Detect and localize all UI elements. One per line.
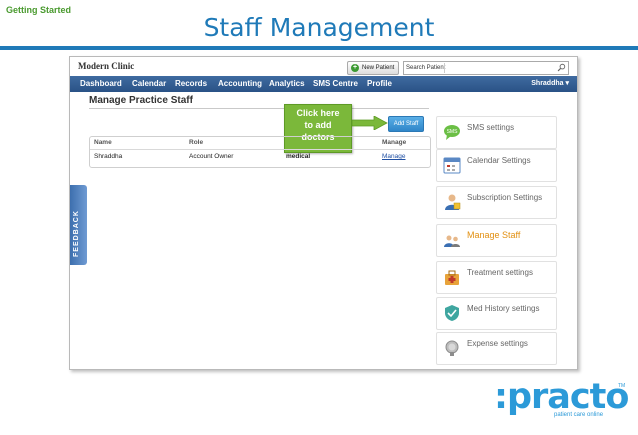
staff-role-cell: Account Owner: [189, 153, 234, 160]
app-screenshot: Modern Clinic + New Patient Search Patie…: [69, 56, 578, 370]
clinic-name: Modern Clinic: [78, 61, 135, 71]
new-patient-button[interactable]: + New Patient: [347, 61, 400, 75]
column-header-name: Name: [94, 139, 112, 146]
feedback-tab[interactable]: FEEDBACK: [70, 185, 87, 265]
staff-name-cell: Shraddha: [94, 153, 123, 160]
sms-settings-label: SMS settings: [467, 123, 515, 132]
treatment-settings-link[interactable]: Treatment settings: [436, 261, 557, 294]
nav-accounting[interactable]: Accounting: [218, 76, 262, 92]
title-divider: [0, 46, 638, 50]
staff-specialty-cell: medical: [286, 153, 311, 160]
subscription-settings-label: Subscription Settings: [467, 193, 543, 202]
callout-arrow-icon: [352, 116, 388, 130]
heading-divider: [89, 108, 429, 109]
callout-line-2: to add: [304, 120, 332, 130]
add-staff-button[interactable]: Add Staff: [388, 116, 424, 132]
manage-staff-link[interactable]: Manage: [382, 153, 406, 160]
logo-trademark: TM: [618, 383, 626, 389]
expense-settings-link[interactable]: Expense settings: [436, 332, 557, 365]
med-history-settings-link[interactable]: Med History settings: [436, 297, 557, 330]
column-header-role: Role: [189, 139, 204, 146]
treatment-icon: [445, 270, 459, 285]
staff-icon: [444, 235, 460, 247]
nav-profile[interactable]: Profile: [367, 76, 392, 92]
callout-line-1: Click here: [296, 108, 340, 118]
nav-sms-centre[interactable]: SMS Centre: [313, 76, 358, 92]
nav-records[interactable]: Records: [175, 76, 207, 92]
manage-staff-link[interactable]: Manage Staff: [436, 224, 557, 257]
search-label: Search Patient: [406, 65, 446, 71]
table-header-divider: [90, 149, 430, 150]
logo-wordmark: :practo: [494, 377, 629, 417]
slide-title: Staff Management: [203, 13, 435, 42]
calendar-settings-label: Calendar Settings: [467, 156, 531, 165]
main-nav: Dashboard Calendar Records Accounting An…: [70, 76, 577, 92]
svg-text:SMS: SMS: [447, 129, 459, 135]
sms-settings-link[interactable]: SMS SMS settings: [436, 116, 557, 149]
nav-calendar[interactable]: Calendar: [132, 76, 166, 92]
nav-analytics[interactable]: Analytics: [269, 76, 305, 92]
search-divider: [444, 63, 445, 73]
plus-icon: +: [351, 64, 359, 72]
treatment-settings-label: Treatment settings: [467, 268, 533, 277]
app-topbar: Modern Clinic + New Patient Search Patie…: [70, 57, 577, 76]
search-input[interactable]: Search Patient: [403, 61, 569, 75]
med-history-icon: [445, 305, 459, 321]
page-heading: Manage Practice Staff: [89, 95, 193, 106]
manage-staff-label: Manage Staff: [467, 230, 521, 240]
search-icon[interactable]: [557, 63, 566, 72]
new-patient-label: New Patient: [362, 65, 395, 71]
expense-settings-label: Expense settings: [467, 339, 528, 348]
calendar-settings-link[interactable]: Calendar Settings: [436, 149, 557, 182]
user-menu[interactable]: Shraddha ▾: [531, 76, 569, 92]
subscription-settings-link[interactable]: Subscription Settings: [436, 186, 557, 219]
column-header-manage: Manage: [382, 139, 407, 146]
med-history-settings-label: Med History settings: [467, 304, 540, 313]
expense-icon: [445, 340, 459, 356]
staff-table: Name Role Manage Shraddha Account Owner …: [89, 136, 431, 168]
practo-logo: :practo TM patient care online: [494, 379, 632, 425]
calendar-icon: [443, 157, 461, 174]
sms-icon: SMS: [444, 125, 460, 140]
subscription-icon: [445, 194, 461, 210]
feedback-label: FEEDBACK: [73, 210, 80, 257]
logo-tagline: patient care online: [554, 412, 604, 418]
nav-dashboard[interactable]: Dashboard: [80, 76, 122, 92]
